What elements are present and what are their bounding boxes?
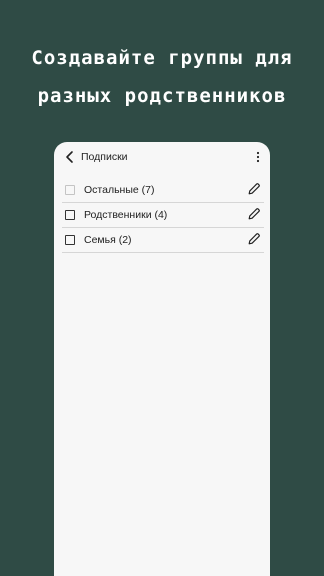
promo-headline-line1: Создавайте группы для — [31, 47, 293, 69]
groups-list: Остальные (7) Родственники (4) Семья (2) — [62, 178, 264, 253]
page-title: Подписки — [81, 151, 128, 163]
group-row[interactable]: Семья (2) — [62, 228, 264, 253]
group-label: Остальные (7) — [84, 184, 155, 196]
group-label: Семья (2) — [84, 234, 132, 246]
phone-screen: Подписки Остальные (7) Родственники (4) … — [54, 142, 270, 576]
promo-headline-line2: разных родственников — [37, 85, 287, 107]
group-label: Родственники (4) — [84, 209, 168, 221]
group-row[interactable]: Родственники (4) — [62, 203, 264, 228]
group-checkbox — [65, 185, 75, 195]
group-checkbox[interactable] — [65, 210, 75, 220]
chevron-left-icon[interactable] — [64, 150, 76, 164]
pencil-icon[interactable] — [246, 231, 262, 247]
group-row[interactable]: Остальные (7) — [62, 178, 264, 203]
pencil-icon[interactable] — [246, 181, 262, 197]
pencil-icon[interactable] — [246, 206, 262, 222]
app-bar: Подписки — [54, 142, 270, 172]
more-vertical-icon[interactable] — [254, 150, 262, 164]
group-checkbox[interactable] — [65, 235, 75, 245]
